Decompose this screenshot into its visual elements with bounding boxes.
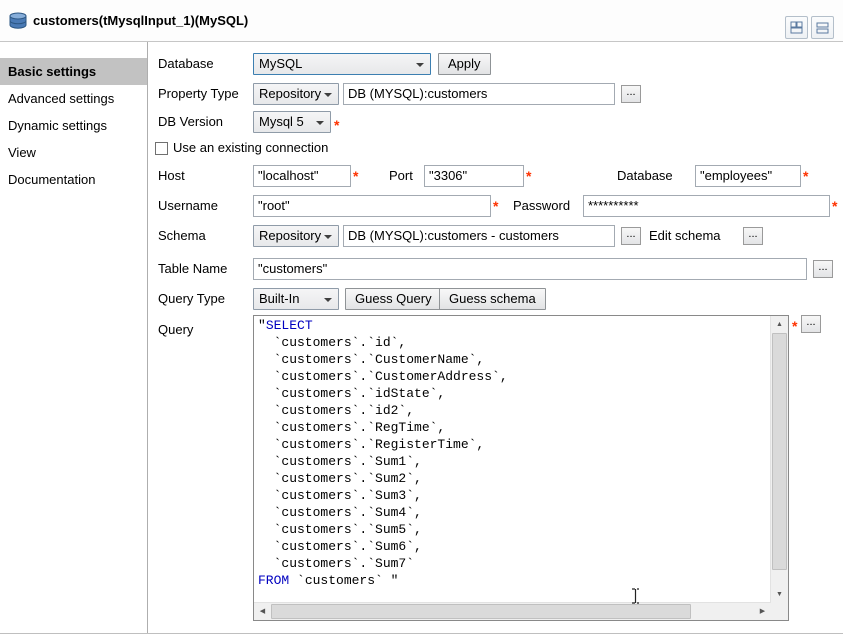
chevron-down-icon xyxy=(324,235,332,239)
component-settings-panel: customers(tMysqlInput_1)(MySQL) Basic se… xyxy=(0,0,843,634)
db-version-combo-value: Mysql 5 xyxy=(259,114,304,129)
username-label: Username xyxy=(158,195,218,217)
maximize-view-button[interactable] xyxy=(785,16,808,39)
query-type-combo-value: Built-In xyxy=(259,291,299,306)
horizontal-scroll-thumb[interactable] xyxy=(271,604,691,619)
port-label: Port xyxy=(389,165,413,187)
property-repository-browse-button[interactable]: ... xyxy=(621,85,641,103)
property-type-combo[interactable]: Repository xyxy=(253,83,339,105)
table-name-field[interactable]: "customers" xyxy=(253,258,807,280)
db-version-combo[interactable]: Mysql 5 xyxy=(253,111,331,133)
query-browse-button[interactable]: ... xyxy=(801,315,821,333)
query-horizontal-scrollbar[interactable]: ◀ ▶ xyxy=(254,602,771,620)
database-label: Database xyxy=(158,53,214,75)
host-label: Host xyxy=(158,165,185,187)
panel-title: customers(tMysqlInput_1)(MySQL) xyxy=(33,13,248,28)
query-label: Query xyxy=(158,319,193,341)
required-marker: * xyxy=(526,168,536,184)
sidebar-item-view[interactable]: View xyxy=(0,139,147,166)
sidebar-item-dynamic-settings[interactable]: Dynamic settings xyxy=(0,112,147,139)
scrollbar-corner xyxy=(771,603,788,620)
schema-repository-browse-button[interactable]: ... xyxy=(621,227,641,245)
minimize-icon xyxy=(816,21,829,34)
use-existing-connection-checkbox[interactable] xyxy=(155,142,168,155)
database-combo[interactable]: MySQL xyxy=(253,53,431,75)
database-name-field[interactable]: "employees" xyxy=(695,165,801,187)
query-type-label: Query Type xyxy=(158,288,225,310)
basic-settings-form: Database MySQL Apply Property Type Repos… xyxy=(149,41,843,633)
guess-schema-button[interactable]: Guess schema xyxy=(439,288,546,310)
property-type-label: Property Type xyxy=(158,83,239,105)
scroll-down-icon[interactable]: ▼ xyxy=(771,586,788,603)
required-marker: * xyxy=(493,198,503,214)
required-marker: * xyxy=(353,168,363,184)
sidebar-item-advanced-settings[interactable]: Advanced settings xyxy=(0,85,147,112)
chevron-down-icon xyxy=(324,93,332,97)
chevron-down-icon xyxy=(316,121,324,125)
use-existing-connection-label: Use an existing connection xyxy=(173,139,328,157)
database-component-icon xyxy=(8,12,28,29)
guess-query-button[interactable]: Guess Query xyxy=(345,288,442,310)
db-version-label: DB Version xyxy=(158,111,223,133)
property-repository-field[interactable]: DB (MYSQL):customers xyxy=(343,83,615,105)
chevron-down-icon xyxy=(416,63,424,67)
edit-schema-label: Edit schema xyxy=(649,225,721,247)
query-vertical-scrollbar[interactable]: ▲ ▼ xyxy=(770,316,788,603)
password-label: Password xyxy=(513,195,570,217)
vertical-scroll-thumb[interactable] xyxy=(772,333,787,570)
schema-repository-field[interactable]: DB (MYSQL):customers - customers xyxy=(343,225,615,247)
table-name-browse-button[interactable]: ... xyxy=(813,260,833,278)
query-type-combo[interactable]: Built-In xyxy=(253,288,339,310)
chevron-down-icon xyxy=(324,298,332,302)
table-name-label: Table Name xyxy=(158,258,227,280)
scroll-left-icon[interactable]: ◀ xyxy=(254,603,271,620)
host-field[interactable]: "localhost" xyxy=(253,165,351,187)
database-combo-value: MySQL xyxy=(259,56,302,71)
required-marker: * xyxy=(832,198,842,214)
required-marker: * xyxy=(803,168,813,184)
minimize-view-button[interactable] xyxy=(811,16,834,39)
required-marker: * xyxy=(334,117,344,133)
password-field[interactable]: ********** xyxy=(583,195,830,217)
edit-schema-button[interactable]: ... xyxy=(743,227,763,245)
database-name-label: Database xyxy=(617,165,673,187)
username-field[interactable]: "root" xyxy=(253,195,491,217)
query-text[interactable]: "SELECT `customers`.`id`, `customers`.`C… xyxy=(254,316,771,603)
apply-button[interactable]: Apply xyxy=(438,53,491,75)
maximize-icon xyxy=(790,21,803,34)
scroll-up-icon[interactable]: ▲ xyxy=(771,316,788,333)
panel-header: customers(tMysqlInput_1)(MySQL) xyxy=(0,0,843,42)
query-editor: "SELECT `customers`.`id`, `customers`.`C… xyxy=(253,315,789,621)
schema-label: Schema xyxy=(158,225,206,247)
sidebar-item-basic-settings[interactable]: Basic settings xyxy=(0,58,147,85)
sidebar-item-documentation[interactable]: Documentation xyxy=(0,166,147,193)
property-type-combo-value: Repository xyxy=(259,86,321,101)
settings-sidebar: Basic settings Advanced settings Dynamic… xyxy=(0,42,148,633)
scroll-right-icon[interactable]: ▶ xyxy=(754,603,771,620)
port-field[interactable]: "3306" xyxy=(424,165,524,187)
schema-combo[interactable]: Repository xyxy=(253,225,339,247)
schema-combo-value: Repository xyxy=(259,228,321,243)
